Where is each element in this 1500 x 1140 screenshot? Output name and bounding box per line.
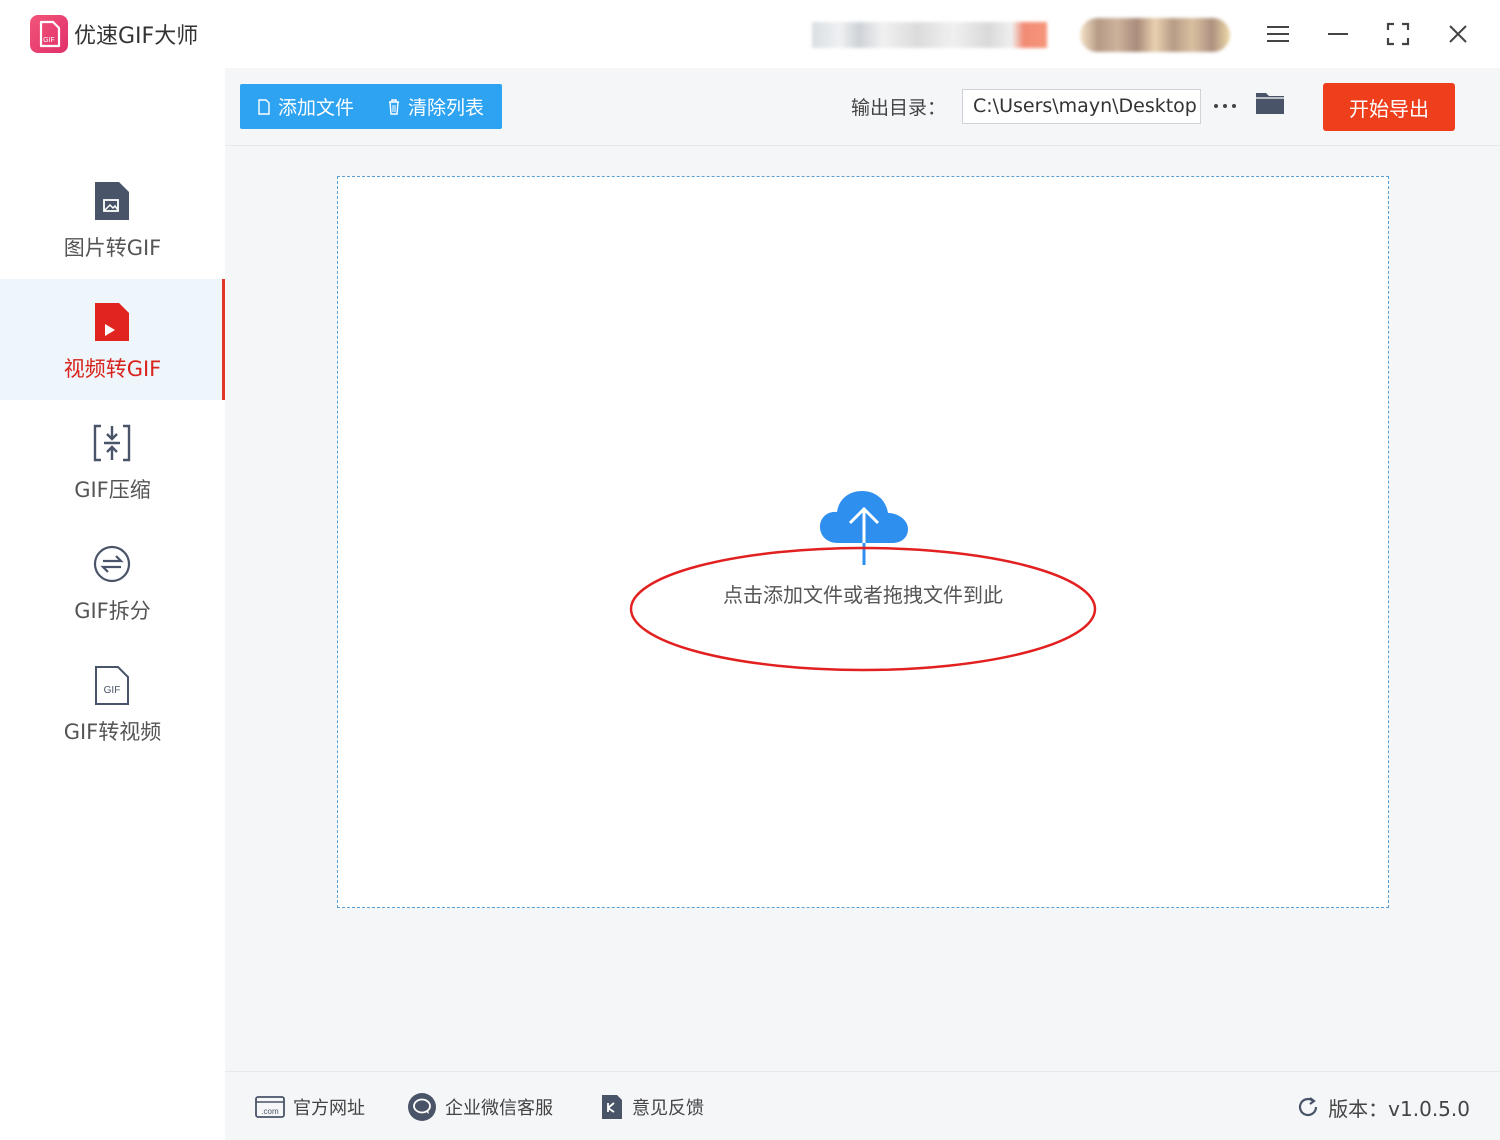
sidebar-item-label: 视频转GIF <box>63 357 162 381</box>
file-button-group: 添加文件 清除列表 <box>240 84 502 129</box>
sidebar-item-image-to-gif[interactable]: 图片转GIF <box>0 158 225 279</box>
main-panel: 添加文件 清除列表 输出目录： C:\Users\mayn\Desktop 开始… <box>225 68 1500 1140</box>
account-badge-blurred[interactable] <box>1080 18 1230 52</box>
start-export-button[interactable]: 开始导出 <box>1323 83 1455 131</box>
split-icon <box>93 545 131 583</box>
sidebar-item-gif-split[interactable]: GIF拆分 <box>0 521 225 642</box>
open-folder-icon[interactable] <box>1255 88 1287 124</box>
svg-text:GIF: GIF <box>104 685 121 696</box>
fullscreen-icon[interactable] <box>1380 16 1416 52</box>
compress-icon <box>93 424 131 462</box>
sidebar-item-gif-to-video[interactable]: GIF GIF转视频 <box>0 642 225 763</box>
output-dir-label: 输出目录： <box>851 97 947 119</box>
more-options-icon[interactable] <box>1211 88 1239 124</box>
version-info: 版本：v1.0.5.0 <box>1296 1092 1470 1122</box>
sidebar-item-gif-compress[interactable]: GIF压缩 <box>0 400 225 521</box>
sidebar-item-label: GIF压缩 <box>74 478 151 502</box>
sidebar-item-label: GIF拆分 <box>74 599 151 623</box>
user-info-blurred <box>812 22 1047 48</box>
sidebar: 图片转GIF 视频转GIF GIF压缩 GIF拆分 GIF GIF转视频 <box>0 68 225 1140</box>
app-logo-icon: GIF <box>30 15 68 53</box>
wechat-icon <box>408 1093 436 1121</box>
website-icon: .com <box>255 1096 285 1118</box>
feedback-link[interactable]: 意见反馈 <box>600 1092 704 1122</box>
official-website-label: 官方网址 <box>293 1098 365 1119</box>
svg-text:GIF: GIF <box>43 37 55 44</box>
file-icon <box>258 98 270 115</box>
file-drop-zone[interactable]: 点击添加文件或者拖拽文件到此 <box>337 176 1389 908</box>
close-icon[interactable] <box>1440 16 1476 52</box>
wechat-service-link[interactable]: 企业微信客服 <box>407 1092 553 1122</box>
add-file-button[interactable]: 添加文件 <box>258 84 354 129</box>
toolbar: 添加文件 清除列表 输出目录： C:\Users\mayn\Desktop 开始… <box>225 68 1500 146</box>
wechat-service-label: 企业微信客服 <box>445 1098 553 1119</box>
refresh-icon[interactable] <box>1296 1095 1320 1119</box>
footer: .com 官方网址 企业微信客服 意见反馈 版本：v1.0.5.0 <box>225 1071 1500 1140</box>
add-file-label: 添加文件 <box>278 97 355 119</box>
clear-list-button[interactable]: 清除列表 <box>388 84 484 129</box>
clear-list-label: 清除列表 <box>408 97 485 119</box>
output-dir-input[interactable]: C:\Users\mayn\Desktop <box>962 89 1201 124</box>
sidebar-item-label: 图片转GIF <box>63 236 162 260</box>
official-website-link[interactable]: .com 官方网址 <box>255 1092 365 1122</box>
video-file-icon <box>95 303 129 341</box>
annotation-ellipse <box>629 546 1097 672</box>
feedback-icon <box>602 1095 622 1119</box>
sidebar-item-video-to-gif[interactable]: 视频转GIF <box>0 279 225 400</box>
image-file-icon <box>95 182 129 220</box>
svg-text:.com: .com <box>261 1107 279 1116</box>
drop-hint-text: 点击添加文件或者拖拽文件到此 <box>723 583 1003 607</box>
trash-icon <box>389 98 399 115</box>
gif-file-icon: GIF <box>95 666 129 705</box>
version-label: 版本：v1.0.5.0 <box>1328 1096 1470 1121</box>
feedback-label: 意见反馈 <box>632 1098 704 1119</box>
app-title: 优速GIF大师 <box>74 24 199 49</box>
sidebar-item-label: GIF转视频 <box>63 720 162 744</box>
title-bar: GIF 优速GIF大师 <box>0 0 1500 68</box>
menu-icon[interactable] <box>1260 16 1296 52</box>
minimize-icon[interactable] <box>1320 16 1356 52</box>
